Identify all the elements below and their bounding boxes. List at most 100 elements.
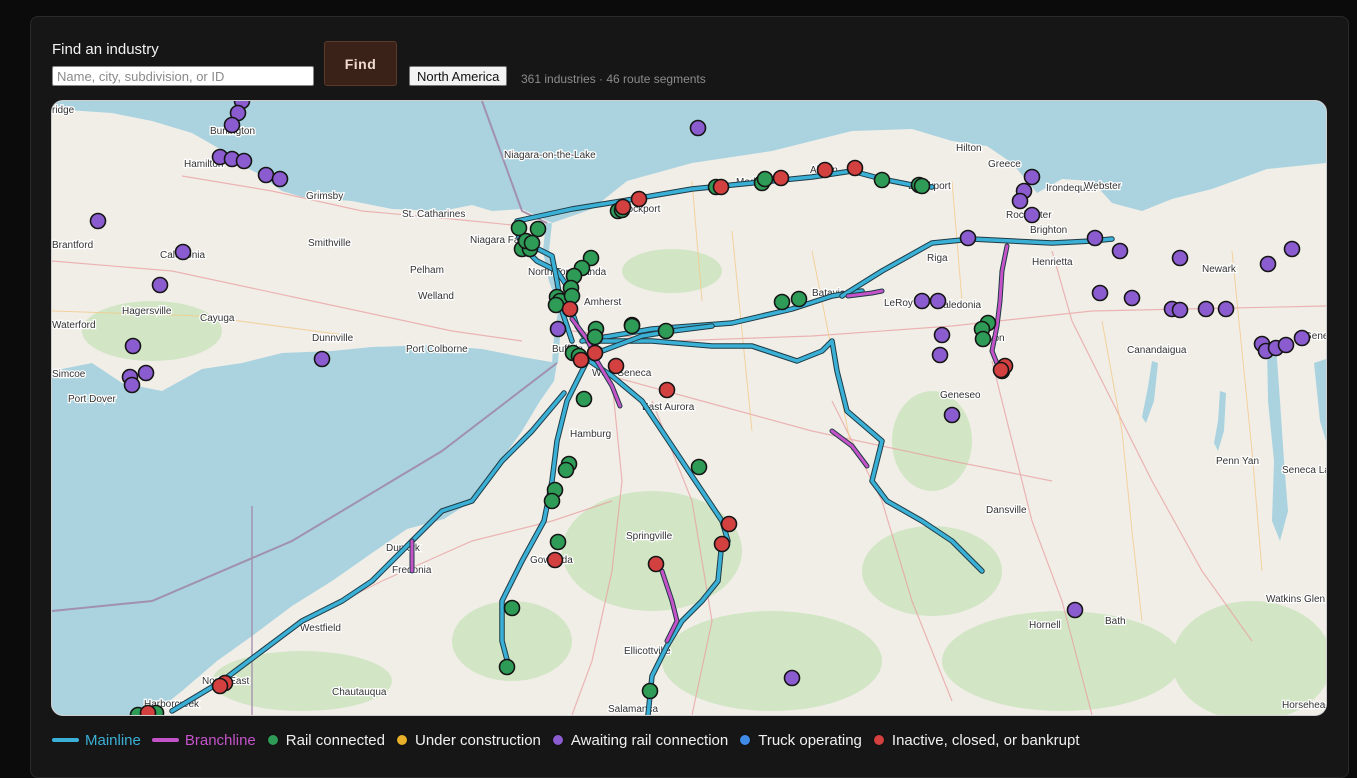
industry-marker-awaiting-rail[interactable] (1217, 300, 1235, 318)
place-label: ridge (52, 105, 75, 116)
industry-marker-inactive[interactable] (211, 677, 229, 695)
industry-marker-rail-connected[interactable] (557, 461, 575, 479)
place-label: Webster (1084, 181, 1122, 192)
industry-marker-rail-connected[interactable] (529, 220, 547, 238)
rail-connected-swatch (266, 734, 279, 746)
industry-marker-rail-connected[interactable] (641, 682, 659, 700)
industry-marker-rail-connected[interactable] (756, 170, 774, 188)
industry-marker-awaiting-rail[interactable] (931, 346, 949, 364)
industry-marker-awaiting-rail[interactable] (1277, 336, 1295, 354)
industry-marker-rail-connected[interactable] (657, 322, 675, 340)
industry-marker-rail-connected[interactable] (498, 658, 516, 676)
industry-marker-rail-connected[interactable] (586, 328, 604, 346)
industry-marker-awaiting-rail[interactable] (959, 229, 977, 247)
industry-marker-inactive[interactable] (846, 159, 864, 177)
legend-under-construction: Under construction (396, 732, 541, 749)
industry-marker-awaiting-rail[interactable] (1086, 229, 1104, 247)
industry-marker-awaiting-rail[interactable] (1259, 255, 1277, 273)
branchline-swatch (151, 738, 179, 742)
legend-rail-connected: Rail connected (266, 731, 385, 749)
legend-awaiting-label: Awaiting rail connection (570, 731, 729, 749)
industry-marker-rail-connected[interactable] (549, 533, 567, 551)
industry-marker-awaiting-rail[interactable] (933, 326, 951, 344)
industry-marker-inactive[interactable] (992, 361, 1010, 379)
industry-marker-awaiting-rail[interactable] (1171, 301, 1189, 319)
industry-marker-awaiting-rail[interactable] (174, 243, 192, 261)
industry-marker-inactive[interactable] (720, 515, 738, 533)
industry-marker-awaiting-rail[interactable] (943, 406, 961, 424)
industry-marker-awaiting-rail[interactable] (137, 364, 155, 382)
region-selector-button[interactable]: North America (409, 66, 508, 86)
industry-marker-rail-connected[interactable] (503, 599, 521, 617)
industry-marker-rail-connected[interactable] (773, 293, 791, 311)
industry-marker-inactive[interactable] (772, 169, 790, 187)
industry-marker-inactive[interactable] (647, 555, 665, 573)
industry-marker-awaiting-rail[interactable] (257, 166, 275, 184)
industry-marker-awaiting-rail[interactable] (1283, 240, 1301, 258)
industry-marker-rail-connected[interactable] (690, 458, 708, 476)
industry-marker-awaiting-rail[interactable] (151, 276, 169, 294)
under-construction-swatch (396, 734, 408, 746)
industry-marker-awaiting-rail[interactable] (929, 292, 947, 310)
industry-marker-rail-connected[interactable] (913, 177, 931, 195)
industry-marker-inactive[interactable] (561, 300, 579, 318)
industry-marker-awaiting-rail[interactable] (1293, 329, 1311, 347)
industry-marker-awaiting-rail[interactable] (235, 152, 253, 170)
place-label: Welland (418, 291, 454, 302)
industry-marker-inactive[interactable] (607, 357, 625, 375)
industry-marker-awaiting-rail[interactable] (1011, 192, 1029, 210)
industry-marker-awaiting-rail[interactable] (124, 337, 142, 355)
industry-marker-awaiting-rail[interactable] (313, 350, 331, 368)
industry-marker-awaiting-rail[interactable] (689, 119, 707, 137)
industry-marker-awaiting-rail[interactable] (913, 292, 931, 310)
legend-branchline: Branchline (151, 732, 256, 749)
place-label: Bath (1105, 616, 1126, 627)
industry-marker-awaiting-rail[interactable] (1066, 601, 1084, 619)
truck-swatch (739, 734, 752, 746)
industry-marker-inactive[interactable] (614, 198, 632, 216)
industry-marker-inactive[interactable] (712, 178, 730, 196)
industry-marker-inactive[interactable] (139, 704, 157, 716)
industry-marker-awaiting-rail[interactable] (123, 376, 141, 394)
industry-marker-awaiting-rail[interactable] (1091, 284, 1109, 302)
awaiting-swatch (551, 734, 564, 746)
place-label: Hamburg (570, 429, 611, 440)
industry-marker-inactive[interactable] (546, 551, 564, 569)
industry-marker-awaiting-rail[interactable] (1171, 249, 1189, 267)
industry-marker-awaiting-rail[interactable] (783, 669, 801, 687)
industry-marker-awaiting-rail[interactable] (1197, 300, 1215, 318)
industry-marker-inactive[interactable] (586, 344, 604, 362)
industry-marker-awaiting-rail[interactable] (1111, 242, 1129, 260)
industry-marker-awaiting-rail[interactable] (1023, 206, 1041, 224)
legend-rail-connected-label: Rail connected (285, 731, 385, 749)
industry-marker-awaiting-rail[interactable] (271, 170, 289, 188)
industry-marker-rail-connected[interactable] (873, 171, 891, 189)
industry-marker-rail-connected[interactable] (547, 296, 565, 314)
place-label: Springville (626, 531, 673, 542)
industry-marker-inactive[interactable] (658, 381, 676, 399)
industry-map[interactable]: ridgeBurlingtonHamiltonGrimsbySt. Cathar… (51, 100, 1327, 716)
industry-marker-awaiting-rail[interactable] (1023, 168, 1041, 186)
industry-marker-inactive[interactable] (572, 351, 590, 369)
industry-marker-awaiting-rail[interactable] (549, 320, 567, 338)
map-canvas[interactable]: ridgeBurlingtonHamiltonGrimsbySt. Cathar… (52, 101, 1326, 715)
industry-marker-inactive[interactable] (816, 161, 834, 179)
industry-marker-inactive[interactable] (630, 190, 648, 208)
results-stats: 361 industries · 46 route segments (521, 72, 706, 86)
place-label: Niagara-on-the-Lake (504, 150, 596, 161)
industry-marker-rail-connected[interactable] (790, 290, 808, 308)
place-label: Grimsby (306, 191, 343, 202)
industry-marker-awaiting-rail[interactable] (223, 116, 241, 134)
industry-search-input[interactable] (52, 66, 314, 86)
industry-marker-rail-connected[interactable] (543, 492, 561, 510)
industry-marker-awaiting-rail[interactable] (89, 212, 107, 230)
place-label: Watkins Glen (1266, 594, 1325, 605)
industry-marker-rail-connected[interactable] (523, 234, 541, 252)
find-button[interactable]: Find (324, 41, 397, 86)
industry-marker-rail-connected[interactable] (623, 317, 641, 335)
industry-marker-rail-connected[interactable] (974, 330, 992, 348)
industry-marker-inactive[interactable] (713, 535, 731, 553)
industry-marker-rail-connected[interactable] (575, 390, 593, 408)
place-label: Hornell (1029, 620, 1061, 631)
industry-marker-awaiting-rail[interactable] (1123, 289, 1141, 307)
